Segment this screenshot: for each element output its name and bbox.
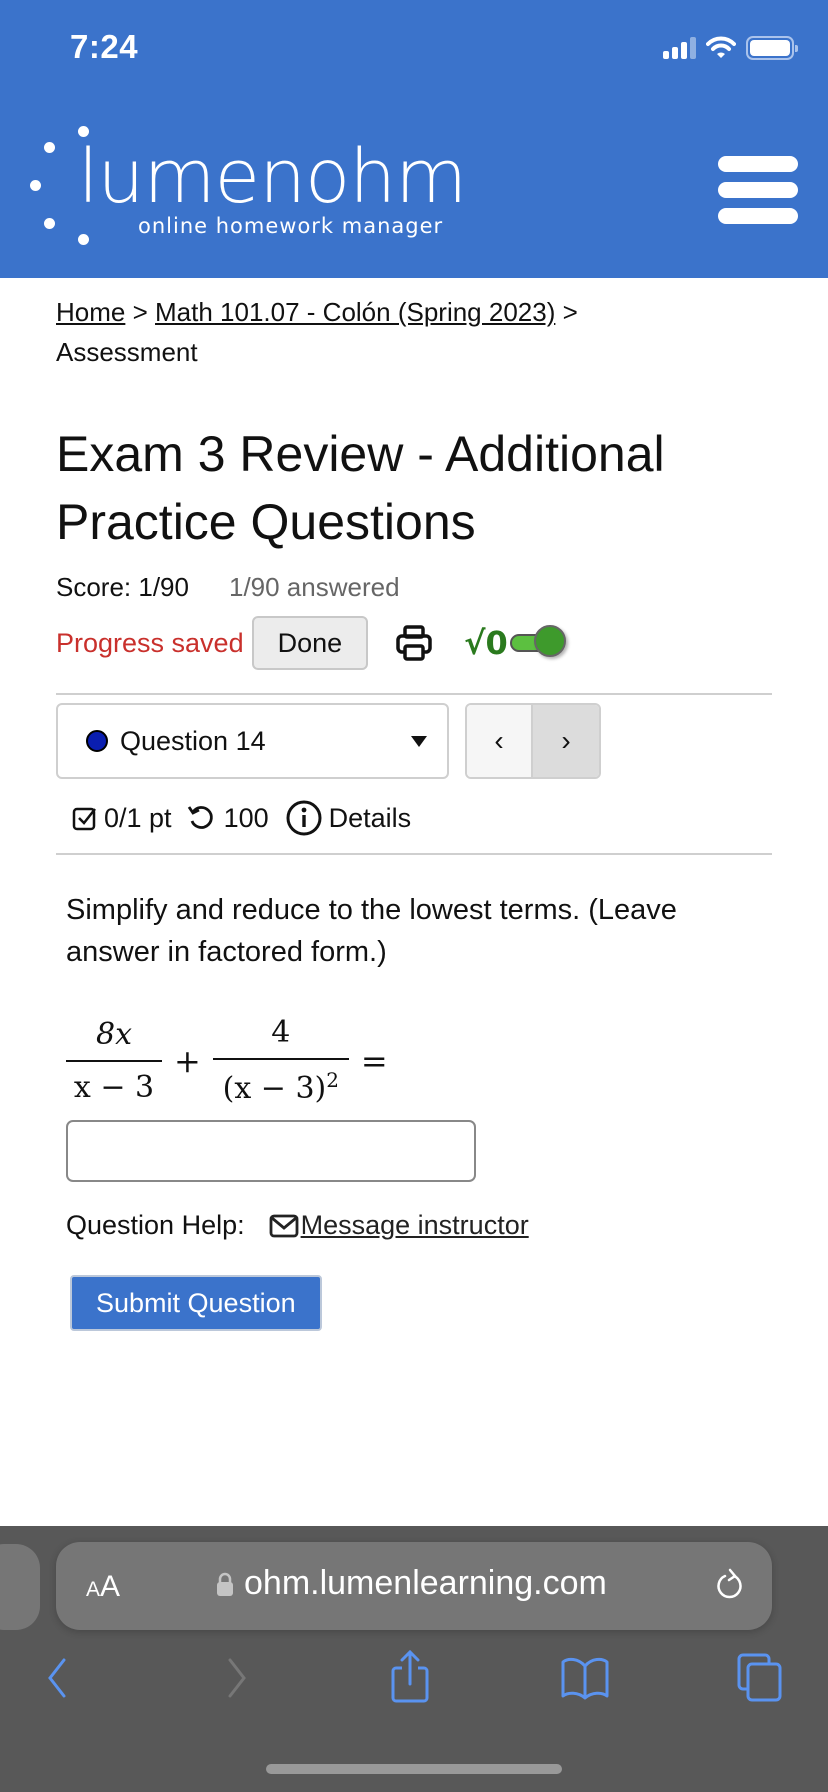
mail-icon [269,1214,299,1237]
text-size-small: A [86,1578,101,1601]
lumen-ohm-logo[interactable]: lumenohm online homework manager [20,118,480,248]
cellular-signal-icon [663,37,696,59]
battery-icon [746,36,798,60]
question-pager: ‹ › [465,703,601,779]
status-icons [663,36,798,60]
navigation-toolbar [0,1649,828,1716]
url-display[interactable]: ohm.lumenlearning.com [216,1564,607,1603]
logo-primary: lumen [78,134,306,220]
browser-toolbar: AA ohm.lumenlearning.com [0,1526,828,1792]
page-title: Exam 3 Review - Additional Practice Ques… [56,426,665,550]
question-select[interactable]: Question 14 [56,703,449,779]
text-size-button[interactable]: AA [86,1570,120,1604]
hamburger-menu-icon[interactable] [718,156,798,224]
answer-input[interactable] [66,1120,476,1182]
question-help: Question Help: Message instructor [66,1210,772,1241]
logo-tagline: online homework manager [138,214,444,238]
toggle-knob [533,625,566,657]
previous-tab-preview[interactable] [0,1544,40,1630]
tabs-icon[interactable] [736,1652,786,1702]
main-content: Home > Math 101.07 - Colón (Spring 2023)… [56,278,772,1331]
breadcrumb-current: Assessment [56,337,198,367]
sqrt-icon: √0 [464,624,508,662]
score-value: Score: 1/90 [56,572,189,602]
denominator-base: (x − 3) [222,1071,327,1106]
math-display-toggle[interactable]: √0 [464,624,566,662]
breadcrumb-separator: > [132,297,148,327]
address-bar[interactable]: AA ohm.lumenlearning.com [56,1542,772,1630]
bookmarks-icon[interactable] [560,1656,610,1700]
question-navigation: Question 14 ‹ › [56,703,772,779]
question-text: Simplify and reduce to the lowest terms.… [66,894,677,968]
done-button[interactable]: Done [251,616,369,670]
retry-icon [187,806,213,829]
denominator-exponent: 2 [326,1068,339,1092]
home-indicator [266,1764,562,1774]
logo-dot [30,180,41,191]
text-size-large: A [100,1570,121,1603]
points-value: 0/1 pt [104,802,172,833]
logo-dot [44,142,55,153]
math-expression: 8x x − 3 + 4 (x − 3)2 = [66,1015,772,1106]
answered-count: 1/90 answered [228,572,400,602]
printer-icon[interactable] [394,623,434,663]
logo-dot [44,218,55,229]
equals-sign: = [360,1041,388,1080]
question-meta: 0/1 pt 100 Details [72,795,772,841]
divider [56,693,772,695]
logo-secondary: ohm [304,134,467,220]
fraction-term-2: 4 (x − 3)2 [212,1015,349,1106]
logo-dot [78,234,89,245]
lock-icon [217,1572,233,1596]
fraction-term-1: 8x x − 3 [66,1017,162,1105]
plus-operator: + [174,1041,201,1080]
fraction-denominator: (x − 3)2 [212,1058,349,1106]
fraction-numerator: 4 [271,1015,291,1050]
fraction-denominator: x − 3 [66,1059,162,1105]
share-icon[interactable] [388,1648,432,1704]
next-question-button[interactable]: › [533,705,599,777]
site-header: 7:24 lumenohm online homework manager [0,0,828,278]
submit-question-button[interactable]: Submit Question [70,1275,322,1331]
question-select-label: Question 14 [120,725,266,756]
back-icon[interactable] [42,1656,72,1700]
logo-wordmark: lumenohm [78,140,467,214]
message-instructor-link[interactable]: Message instructor [301,1210,529,1241]
reload-icon[interactable] [714,1568,746,1604]
fraction-numerator: 8x [95,1016,132,1052]
divider [56,853,772,855]
breadcrumb-home[interactable]: Home [56,297,125,327]
forward-icon[interactable] [222,1656,252,1700]
toggle-switch[interactable] [509,625,566,657]
previous-question-button[interactable]: ‹ [467,705,533,777]
info-icon[interactable] [285,799,323,837]
details-link[interactable]: Details [329,803,412,834]
question-help-label: Question Help: [66,1210,245,1240]
question-body: Simplify and reduce to the lowest terms.… [56,889,772,1331]
breadcrumb-separator: > [562,297,578,327]
score-row: Score: 1/90 1/90 answered [56,572,772,603]
url-text: ohm.lumenlearning.com [244,1564,607,1602]
breadcrumb-course[interactable]: Math 101.07 - Colón (Spring 2023) [155,297,555,327]
question-status-dot [86,730,108,752]
status-time: 7:24 [70,28,139,65]
attempts-remaining: 100 [223,802,269,833]
caret-down-icon [411,736,427,747]
wifi-icon [706,36,736,58]
checkbox-icon [72,807,96,831]
progress-status: Progress saved [56,627,244,658]
breadcrumb: Home > Math 101.07 - Colón (Spring 2023)… [56,292,772,372]
assessment-actions: Progress saved Done √0 [56,615,772,671]
